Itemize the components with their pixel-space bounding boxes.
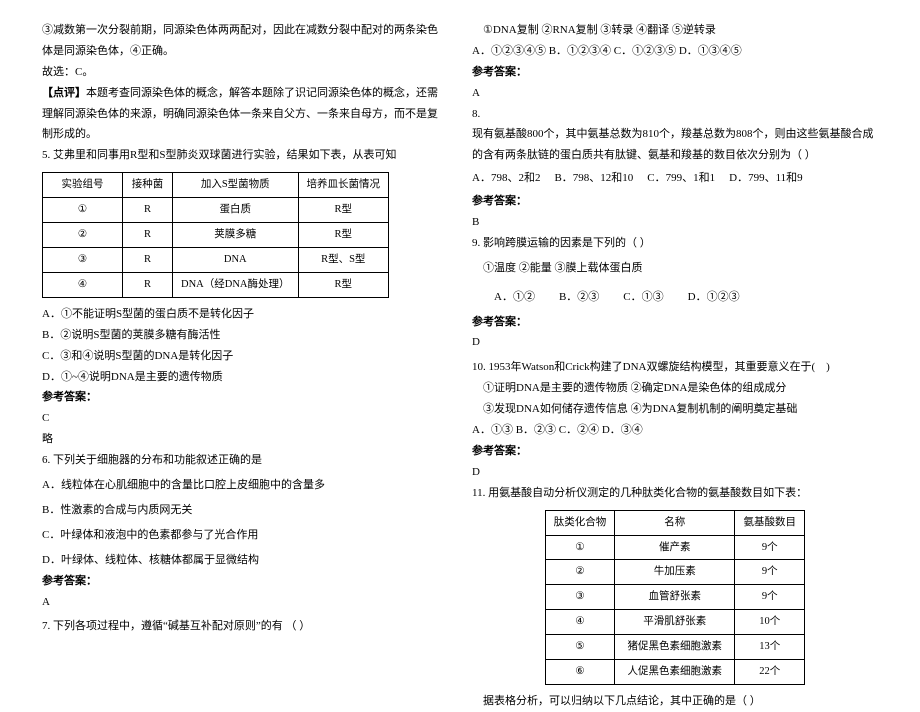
q7-options: A．①②③④⑤ B．①②③④ C．①②③⑤ D．①③④⑤ xyxy=(472,41,878,62)
q8-options: A．798、2和2 B．798、12和10 C．799、1和1 D．799、11… xyxy=(472,168,878,189)
q8-stem: 现有氨基酸800个，其中氨基总数为810个，羧基总数为808个，则由这些氨基酸合… xyxy=(472,124,878,166)
q5-opt-a: A．①不能证明S型菌的蛋白质不是转化因子 xyxy=(42,304,448,325)
q10-items2: ③发现DNA如何储存遗传信息 ④为DNA复制机制的阐明奠定基础 xyxy=(472,399,878,420)
comment-line: 【点评】本题考查同源染色体的概念，解答本题除了识记同源染色体的概念，还需理解同源… xyxy=(42,83,448,146)
q10-stem: 10. 1953年Watson和Crick构建了DNA双螺旋结构模型，其重要意义… xyxy=(472,357,878,378)
q5-table: 实验组号 接种菌 加入S型菌物质 培养皿长菌情况 ①R蛋白质R型 ②R荚膜多糖R… xyxy=(42,172,389,298)
q8-answer: B xyxy=(472,212,878,233)
q5-note: 略 xyxy=(42,429,448,450)
answer-label: 参考答案： xyxy=(472,312,878,333)
comment-label: 【点评】 xyxy=(42,87,86,99)
q5-opt-d: D．①~④说明DNA是主要的遗传物质 xyxy=(42,367,448,388)
th: 培养皿长菌情况 xyxy=(298,173,389,198)
q9-d: D．①②③ xyxy=(688,287,740,308)
th: 接种菌 xyxy=(123,173,173,198)
q8-a: A．798、2和2 xyxy=(472,168,540,189)
q6-stem: 6. 下列关于细胞器的分布和功能叙述正确的是 xyxy=(42,450,448,471)
answer-label: 参考答案： xyxy=(42,571,448,592)
q5-stem: 5. 艾弗里和同事用R型和S型肺炎双球菌进行实验，结果如下表，从表可知 xyxy=(42,145,448,166)
q6-opt-c: C．叶绿体和液泡中的色素都参与了光合作用 xyxy=(42,525,448,546)
q8-b: B．798、12和10 xyxy=(554,168,633,189)
q10-answer: D xyxy=(472,462,878,483)
q9-answer: D xyxy=(472,332,878,353)
q7-stem: 7. 下列各项过程中，遵循“碱基互补配对原则”的有 （ ） xyxy=(42,616,448,637)
q5-opt-b: B．②说明S型菌的荚膜多糖有酶活性 xyxy=(42,325,448,346)
q5-answer: C xyxy=(42,408,448,429)
q9-items: ①温度 ②能量 ③膜上载体蛋白质 xyxy=(472,258,878,279)
answer-label: 参考答案： xyxy=(472,62,878,83)
q5-opt-c: C．③和④说明S型菌的DNA是转化因子 xyxy=(42,346,448,367)
q6-answer: A xyxy=(42,592,448,613)
q7-answer: A xyxy=(472,83,878,104)
q11-table: 肽类化合物 名称 氨基酸数目 ①催产素9个 ②牛加压素9个 ③血管舒张素9个 ④… xyxy=(545,510,806,686)
th: 实验组号 xyxy=(43,173,123,198)
comment-text: 本题考查同源染色体的概念，解答本题除了识记同源染色体的概念，还需理解同源染色体的… xyxy=(42,87,438,141)
q10-options: A．①③ B．②③ C．②④ D．③④ xyxy=(472,420,878,441)
q8-num: 8. xyxy=(472,104,878,125)
paragraph: ③减数第一次分裂前期，同源染色体两两配对，因此在减数分裂中配对的两条染色体是同源… xyxy=(42,20,448,62)
q9-stem: 9. 影响跨膜运输的因素是下列的（ ） xyxy=(472,233,878,254)
q9-options: A．①② B．②③ C．①③ D．①②③ xyxy=(472,287,878,308)
q9-b: B．②③ xyxy=(559,287,599,308)
th: 加入S型菌物质 xyxy=(173,173,299,198)
q8-d: D．799、11和9 xyxy=(729,168,803,189)
q11-tail: 据表格分析，可以归纳以下几点结论，其中正确的是（ ） xyxy=(472,691,878,712)
q6-opt-a: A．线粒体在心肌细胞中的含量比口腔上皮细胞中的含量多 xyxy=(42,475,448,496)
q6-opt-d: D．叶绿体、线粒体、核糖体都属于显微结构 xyxy=(42,550,448,571)
q11-stem: 11. 用氨基酸自动分析仪测定的几种肽类化合物的氨基酸数目如下表： xyxy=(472,483,878,504)
q9-a: A．①② xyxy=(494,287,535,308)
answer-label: 参考答案： xyxy=(472,441,878,462)
q6-opt-b: B．性激素的合成与内质网无关 xyxy=(42,500,448,521)
answer-label: 参考答案： xyxy=(472,191,878,212)
q8-c: C．799、1和1 xyxy=(647,168,715,189)
q7-items: ①DNA复制 ②RNA复制 ③转录 ④翻译 ⑤逆转录 xyxy=(472,20,878,41)
paragraph: 故选：C。 xyxy=(42,62,448,83)
q10-items1: ①证明DNA是主要的遗传物质 ②确定DNA是染色体的组成成分 xyxy=(472,378,878,399)
answer-label: 参考答案： xyxy=(42,387,448,408)
q9-c: C．①③ xyxy=(623,287,663,308)
